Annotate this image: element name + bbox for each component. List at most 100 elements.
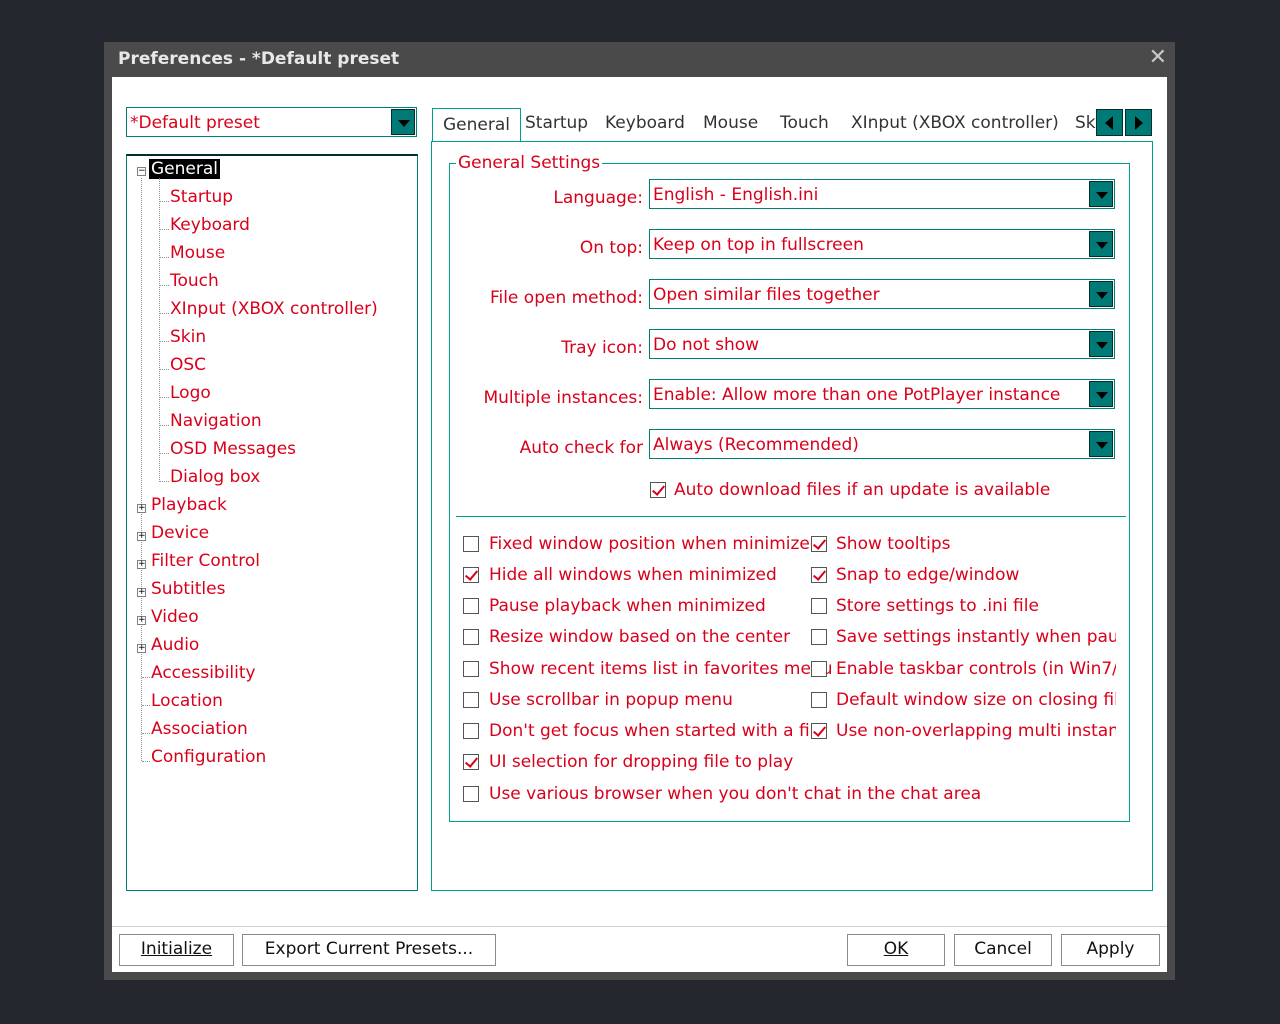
cancel-label: Cancel xyxy=(974,939,1032,959)
tab-general[interactable]: General xyxy=(432,108,521,142)
field-label-6: Auto check for xyxy=(519,438,643,458)
tree-item-touch[interactable]: Touch xyxy=(170,271,219,291)
tree-item-association[interactable]: Association xyxy=(151,719,248,739)
tree-item-subtitles[interactable]: Subtitles xyxy=(151,579,225,599)
apply-button[interactable]: Apply xyxy=(1061,934,1160,966)
tree-connector xyxy=(142,761,150,762)
tab-xinput-xbox-controller[interactable]: XInput (XBOX controller) xyxy=(851,113,1059,133)
ok-button[interactable]: OK xyxy=(847,934,945,966)
tree-item-playback[interactable]: Playback xyxy=(151,495,227,515)
dropdown-value: Keep on top in fullscreen xyxy=(653,235,864,255)
tree-item-device[interactable]: Device xyxy=(151,523,209,543)
field-label-2: On top: xyxy=(579,238,643,258)
checkbox-fixed-window-position-when-minimized[interactable] xyxy=(463,536,479,552)
expand-icon[interactable]: + xyxy=(137,644,146,653)
chevron-down-icon[interactable] xyxy=(1089,431,1113,457)
cancel-button[interactable]: Cancel xyxy=(954,934,1052,966)
tab-scroll-right-button[interactable] xyxy=(1125,109,1152,136)
checkbox-enable-taskbar-controls-in-win7-8[interactable] xyxy=(811,661,827,677)
tree-item-xinput-xbox-controller[interactable]: XInput (XBOX controller) xyxy=(170,299,378,319)
tree-connector xyxy=(142,705,150,706)
checkbox-show-tooltips[interactable] xyxy=(811,536,827,552)
expand-icon[interactable]: + xyxy=(137,504,146,513)
title-bar[interactable]: Preferences - *Default preset ✕ xyxy=(104,42,1175,77)
checkbox-show-recent-items-list-in-favorites-menu[interactable] xyxy=(463,661,479,677)
checkbox-ui-selection-for-dropping-file-to-play[interactable] xyxy=(463,754,479,770)
tree-item-logo[interactable]: Logo xyxy=(170,383,211,403)
tab-keyboard[interactable]: Keyboard xyxy=(605,113,685,133)
dropdown-value: Enable: Allow more than one PotPlayer in… xyxy=(653,385,1061,405)
checkbox-don-t-get-focus-when-started-with-a-file[interactable] xyxy=(463,723,479,739)
collapse-icon[interactable]: − xyxy=(137,167,146,176)
checkbox-snap-to-edge-window[interactable] xyxy=(811,567,827,583)
export-presets-button[interactable]: Export Current Presets... xyxy=(242,934,496,966)
checkbox-store-settings-to-ini-file[interactable] xyxy=(811,598,827,614)
checkbox-use-scrollbar-in-popup-menu[interactable] xyxy=(463,692,479,708)
tree-item-skin[interactable]: Skin xyxy=(170,327,206,347)
tree-item-video[interactable]: Video xyxy=(151,607,199,627)
tree-connector xyxy=(142,733,150,734)
expand-icon[interactable]: + xyxy=(137,588,146,597)
chevron-down-icon[interactable] xyxy=(1089,381,1113,407)
checkbox-use-non-overlapping-multi-instance[interactable] xyxy=(811,723,827,739)
tree-connector xyxy=(160,229,169,230)
checkbox-label: Don't get focus when started with a file xyxy=(489,721,825,741)
chevron-down-icon[interactable] xyxy=(1089,331,1113,357)
tree-item-startup[interactable]: Startup xyxy=(170,187,233,207)
dropdown-5[interactable]: Enable: Allow more than one PotPlayer in… xyxy=(649,379,1115,409)
expand-icon[interactable]: + xyxy=(137,560,146,569)
tab-startup[interactable]: Startup xyxy=(525,113,588,133)
chevron-down-icon[interactable] xyxy=(391,109,415,135)
close-icon[interactable]: ✕ xyxy=(1149,45,1167,70)
tree-item-location[interactable]: Location xyxy=(151,691,223,711)
tree-item-audio[interactable]: Audio xyxy=(151,635,199,655)
preset-select[interactable]: *Default preset xyxy=(126,107,417,137)
dropdown-3[interactable]: Open similar files together xyxy=(649,279,1115,309)
tree-item-navigation[interactable]: Navigation xyxy=(170,411,262,431)
dropdown-2[interactable]: Keep on top in fullscreen xyxy=(649,229,1115,259)
tree-item-configuration[interactable]: Configuration xyxy=(151,747,266,767)
tab-scroll-left-button[interactable] xyxy=(1096,109,1123,136)
separator xyxy=(456,516,1126,517)
ok-label: OK xyxy=(883,939,909,959)
checkbox-label: Default window size on closing file xyxy=(836,690,1116,710)
chevron-down-icon[interactable] xyxy=(1089,281,1113,307)
tab-touch[interactable]: Touch xyxy=(780,113,829,133)
checkbox-default-window-size-on-closing-file[interactable] xyxy=(811,692,827,708)
tree-item-accessibility[interactable]: Accessibility xyxy=(151,663,256,683)
dropdown-4[interactable]: Do not show xyxy=(649,329,1115,359)
checkbox-resize-window-based-on-the-center[interactable] xyxy=(463,629,479,645)
tree-item-osd-messages[interactable]: OSD Messages xyxy=(170,439,296,459)
dropdown-1[interactable]: English - English.ini xyxy=(649,179,1115,209)
button-bar-separator xyxy=(112,926,1167,927)
chevron-down-icon[interactable] xyxy=(1089,181,1113,207)
dialog-client: *Default preset − General Startup Keyboard M… xyxy=(112,77,1167,972)
tree-item-dialog-box[interactable]: Dialog box xyxy=(170,467,260,487)
tree-item-filter-control[interactable]: Filter Control xyxy=(151,551,260,571)
tree-connector xyxy=(160,453,169,454)
tree-connector xyxy=(142,677,150,678)
checkbox-pause-playback-when-minimized[interactable] xyxy=(463,598,479,614)
tree-item-keyboard[interactable]: Keyboard xyxy=(170,215,250,235)
checkbox-hide-all-windows-when-minimized[interactable] xyxy=(463,567,479,583)
checkbox-label: Show recent items list in favorites menu xyxy=(489,659,833,679)
checkbox-use-various-browser-when-you-don-t-chat-in-the-chat-area[interactable] xyxy=(463,786,479,802)
chevron-down-icon[interactable] xyxy=(1089,231,1113,257)
checkbox-label: Save settings instantly when paused xyxy=(836,627,1116,647)
expand-icon[interactable]: + xyxy=(137,616,146,625)
checkbox-label: Store settings to .ini file xyxy=(836,596,1039,616)
tree-item-mouse[interactable]: Mouse xyxy=(170,243,225,263)
tab-mouse[interactable]: Mouse xyxy=(703,113,758,133)
checkbox-label: Hide all windows when minimized xyxy=(489,565,777,585)
auto-download-checkbox[interactable] xyxy=(650,482,666,498)
expand-icon[interactable]: + xyxy=(137,532,146,541)
checkbox-label: Snap to edge/window xyxy=(836,565,1020,585)
checkbox-save-settings-instantly-when-paused[interactable] xyxy=(811,629,827,645)
initialize-button[interactable]: Initialize xyxy=(119,934,234,966)
dropdown-6[interactable]: Always (Recommended) xyxy=(649,429,1115,459)
tree-item-general[interactable]: General xyxy=(149,159,220,179)
category-tree[interactable]: − General Startup Keyboard Mouse Touch XInput … xyxy=(126,154,418,891)
tree-connector xyxy=(160,201,169,202)
apply-label: Apply xyxy=(1086,939,1135,959)
tree-item-osc[interactable]: OSC xyxy=(170,355,206,375)
